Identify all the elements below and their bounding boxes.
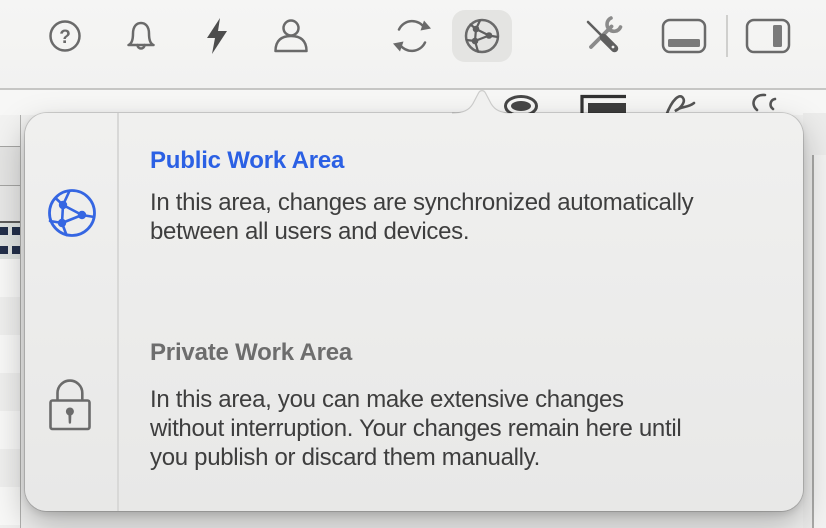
toolbar-divider bbox=[726, 15, 728, 57]
wrench-screwdriver-icon bbox=[581, 15, 623, 57]
right-panel-button[interactable] bbox=[736, 6, 800, 66]
secondary-toolbar bbox=[0, 90, 826, 115]
tools-button[interactable] bbox=[570, 6, 634, 66]
curve-tool-icon[interactable] bbox=[748, 93, 786, 115]
dash-row bbox=[0, 227, 20, 235]
signature-pen-icon[interactable] bbox=[664, 93, 710, 115]
popover-arrow bbox=[452, 84, 512, 116]
lock-icon bbox=[49, 379, 91, 431]
public-work-area-title: Public Work Area bbox=[150, 146, 344, 176]
notifications-button[interactable] bbox=[109, 6, 173, 66]
panel-bottom-icon bbox=[661, 18, 707, 54]
table-header-band bbox=[0, 186, 20, 221]
person-icon bbox=[272, 17, 310, 55]
bottom-panel-button[interactable] bbox=[652, 6, 716, 66]
panel-right-icon bbox=[745, 18, 791, 54]
background-table-sliver bbox=[0, 115, 21, 528]
work-area-popover: Public Work Area In this area, changes a… bbox=[25, 113, 803, 511]
activity-button[interactable] bbox=[185, 6, 249, 66]
sync-arrows-icon bbox=[391, 15, 433, 57]
private-work-area-title: Private Work Area bbox=[150, 338, 352, 368]
sync-button[interactable] bbox=[380, 6, 444, 66]
question-circle-icon: ? bbox=[47, 18, 83, 54]
table-row-stripes bbox=[0, 259, 20, 528]
bell-icon bbox=[124, 18, 158, 54]
private-work-area-option[interactable]: Private Work Area In this area, you can … bbox=[25, 325, 803, 500]
table-header-band bbox=[0, 147, 20, 185]
help-button[interactable]: ? bbox=[33, 6, 97, 66]
public-work-area-description: In this area, changes are synchronized a… bbox=[150, 188, 798, 246]
frame-tool-icon[interactable] bbox=[580, 94, 628, 115]
work-area-button[interactable] bbox=[452, 10, 512, 62]
right-panel-strip bbox=[814, 155, 826, 528]
public-work-area-option[interactable]: Public Work Area In this area, changes a… bbox=[25, 133, 803, 283]
app-window: ? bbox=[0, 0, 826, 528]
dash-row bbox=[0, 246, 20, 254]
private-work-area-description: In this area, you can make extensive cha… bbox=[150, 385, 798, 472]
dashed-selection-band bbox=[0, 223, 20, 259]
user-button[interactable] bbox=[259, 6, 323, 66]
network-globe-icon bbox=[462, 16, 502, 56]
main-toolbar: ? bbox=[0, 0, 826, 90]
svg-text:?: ? bbox=[59, 27, 71, 48]
lightning-icon bbox=[204, 17, 230, 55]
network-globe-icon bbox=[46, 187, 98, 239]
